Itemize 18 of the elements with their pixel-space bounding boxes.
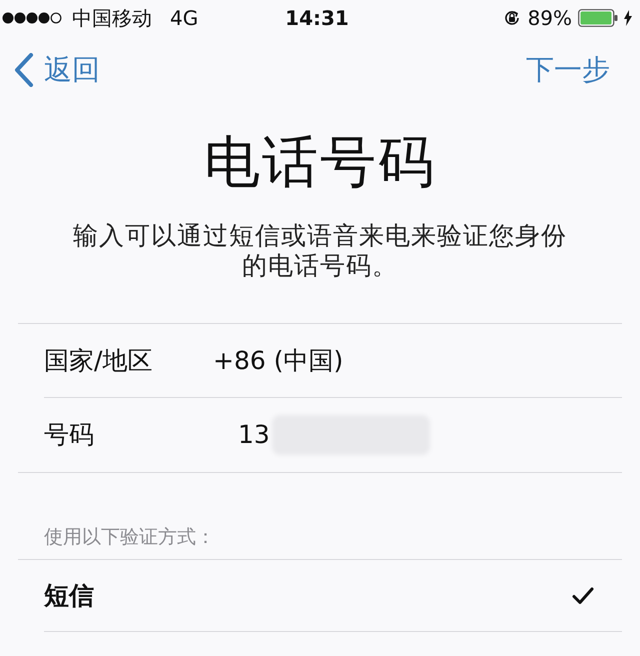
chevron-left-icon [14,53,34,87]
battery-icon [578,9,618,27]
charging-bolt-icon [624,10,632,26]
network-type: 4G [170,5,198,32]
country-value[interactable]: +86 (中国) [213,342,344,380]
back-button[interactable]: 返回 [14,49,100,91]
section-header: 使用以下验证方式： [44,526,215,548]
phone-number-field[interactable]: 13 [238,416,270,454]
field-label: 国家/地区 [44,344,154,377]
battery-percent: 89% [528,5,572,32]
description-text: 输入可以通过短信或语音来电来验证您身份的电话号码。 [72,221,568,281]
field-label: 号码 [44,419,95,452]
signal-dots-icon [2,12,62,24]
clock-time: 14:31 [285,5,349,32]
carrier-name: 中国移动 [72,5,152,32]
page-title: 电话号码 [203,131,437,195]
next-button[interactable]: 下一步 [526,49,610,91]
method-row[interactable]: 短信 [44,560,622,632]
